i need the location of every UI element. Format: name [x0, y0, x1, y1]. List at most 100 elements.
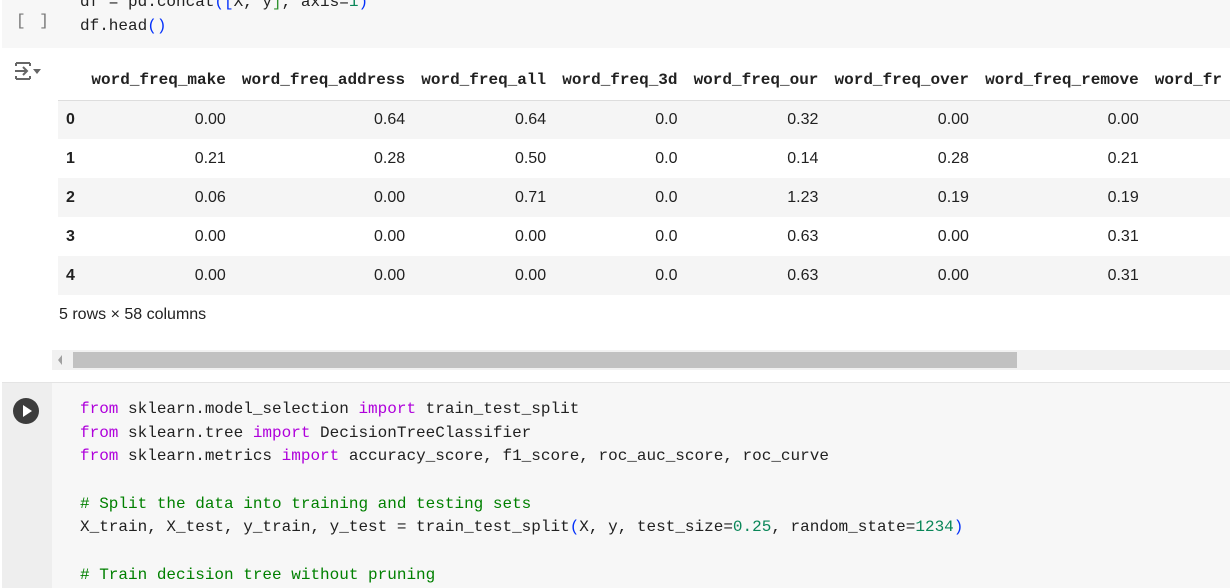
- dataframe-table: word_freq_make word_freq_address word_freq…: [58, 60, 1230, 295]
- table-cell: 0.00: [83, 100, 234, 139]
- code-line: from sklearn.tree import DecisionTreeCla…: [80, 421, 963, 445]
- row-index: 4: [58, 256, 84, 295]
- code-token: X_train, X_test, y_train, y_test = train…: [80, 518, 570, 537]
- table-cell: 0.64: [413, 100, 555, 139]
- table-cell: 0.00: [976, 100, 1147, 139]
- run-cell-button[interactable]: [13, 398, 39, 424]
- code-line: df.head(): [80, 17, 167, 35]
- code-line: from sklearn.metrics import accuracy_sco…: [80, 444, 963, 468]
- scroll-left-arrow-icon[interactable]: [58, 355, 62, 365]
- code-token: X, y, test_size=: [579, 518, 733, 537]
- column-header: word_freq_3d: [554, 60, 686, 101]
- table-cell: 0.0: [655, 227, 678, 245]
- table-cell: 0.00: [373, 227, 406, 245]
- table-cell: 0.71: [413, 178, 555, 217]
- code-line: # Train decision tree without pruning: [80, 563, 963, 587]
- table-cell: 0.00: [514, 227, 547, 245]
- table-cell: 0.00: [826, 256, 977, 295]
- table-cell: [1147, 217, 1230, 256]
- column-header: word_freq_make: [83, 60, 234, 101]
- code-token: train_test_split: [416, 400, 580, 418]
- table-cell: 0.31: [976, 256, 1147, 295]
- table-cell: 0.19: [976, 178, 1147, 217]
- code-token: , random_state=: [771, 518, 916, 537]
- table-cell: 0.0: [554, 178, 686, 217]
- table-cell: 0.50: [514, 149, 547, 167]
- table-row: 0 0.00 0.64 0.64 0.0 0.32 0.00 0.00: [58, 100, 1230, 139]
- table-cell: 0.14: [787, 149, 819, 167]
- scrollbar-thumb[interactable]: [73, 352, 1017, 368]
- table-cell: 0.63: [685, 256, 827, 295]
- row-index: 0: [58, 100, 84, 139]
- row-index: 1: [66, 149, 75, 167]
- column-header: word_freq_our: [685, 60, 827, 101]
- table-row: 4 0.00 0.00 0.00 0.0 0.63 0.00 0.31: [58, 256, 1230, 295]
- table-cell: 0.21: [1107, 149, 1139, 167]
- table-cell: 0.00: [826, 100, 977, 139]
- code-token: sklearn.metrics: [118, 447, 282, 466]
- table-cell: 0.00: [233, 178, 414, 217]
- output-actions-icon[interactable]: [14, 60, 42, 84]
- code-token: sklearn.model_selection: [118, 400, 359, 418]
- column-header: word_freq_over: [826, 60, 977, 101]
- execution-count[interactable]: [ ]: [16, 12, 51, 30]
- column-header: [58, 60, 84, 101]
- column-header: word_freq_address: [233, 60, 414, 101]
- table-row: 1 0.21 0.28 0.50 0.0 0.14 0.28 0.21: [58, 139, 1230, 178]
- table-cell: 0.06: [83, 178, 234, 217]
- code-line: df = pd.concat([X, y], axis=1): [80, 0, 369, 11]
- code-token: ): [953, 518, 964, 537]
- code-token: import: [281, 447, 340, 466]
- table-cell: 0.21: [194, 149, 226, 167]
- table-header-row: word_freq_make word_freq_address word_freq…: [58, 60, 1230, 101]
- table-cell: 0.31: [1107, 227, 1139, 245]
- table-row: 2 0.06 0.00 0.71 0.0 1.23 0.19 0.19: [58, 178, 1230, 217]
- dataframe-shape: 5 rows × 58 columns: [59, 306, 207, 323]
- table-cell: 1.23: [685, 178, 827, 217]
- code-token: import: [358, 400, 417, 418]
- table-cell: 0.00: [83, 256, 234, 295]
- table-cell: 0.64: [233, 100, 414, 139]
- code-token: DecisionTreeClassifier: [310, 423, 532, 442]
- code-line: X_train, X_test, y_train, y_test = train…: [80, 515, 963, 539]
- column-header: word_freq_remove: [976, 60, 1147, 101]
- table-cell: 0.00: [937, 227, 969, 245]
- horizontal-scrollbar[interactable]: [52, 350, 1230, 370]
- table-cell: [1146, 256, 1230, 295]
- column-header: word_fr: [1146, 60, 1230, 101]
- table-cell: 0.28: [373, 149, 406, 167]
- code-token: (: [569, 518, 580, 537]
- table-cell: 0.19: [826, 178, 977, 217]
- row-index: 2: [58, 178, 84, 217]
- code-token: import: [252, 423, 311, 442]
- table-cell: [1146, 178, 1230, 217]
- table-cell: 0.00: [194, 227, 226, 245]
- row-index: 3: [66, 227, 75, 245]
- column-header: word_freq_all: [413, 60, 555, 101]
- code-token: from: [80, 447, 119, 466]
- table-cell: [1147, 139, 1230, 178]
- code-token: 0.25: [732, 518, 772, 537]
- code-token: sklearn.tree: [118, 423, 253, 442]
- code-token: from: [80, 423, 119, 442]
- code-line: # Split the data into training and testi…: [80, 492, 963, 516]
- code-token: 1234: [915, 518, 954, 537]
- code-line: from sklearn.model_selection import trai…: [80, 397, 963, 421]
- table-cell: 0.0: [655, 149, 678, 167]
- code-token: from: [80, 400, 119, 418]
- code-token: # Train decision tree without pruning: [80, 565, 436, 584]
- table-cell: 0.32: [685, 100, 827, 139]
- table-cell: 0.28: [937, 149, 969, 167]
- table-cell: 0.0: [554, 100, 686, 139]
- table-cell: 0.00: [413, 256, 555, 295]
- table-row: 3 0.00 0.00 0.00 0.0 0.63 0.00 0.31: [58, 217, 1230, 256]
- code-editor[interactable]: from sklearn.model_selection import trai…: [80, 397, 963, 587]
- table-cell: 0.00: [233, 256, 414, 295]
- table-cell: [1146, 100, 1230, 139]
- code-token: # Split the data into training and testi…: [80, 494, 532, 513]
- code-token: accuracy_score, f1_score, roc_auc_score,…: [339, 447, 829, 466]
- table-cell: 0.63: [787, 227, 819, 245]
- table-cell: 0.0: [554, 256, 686, 295]
